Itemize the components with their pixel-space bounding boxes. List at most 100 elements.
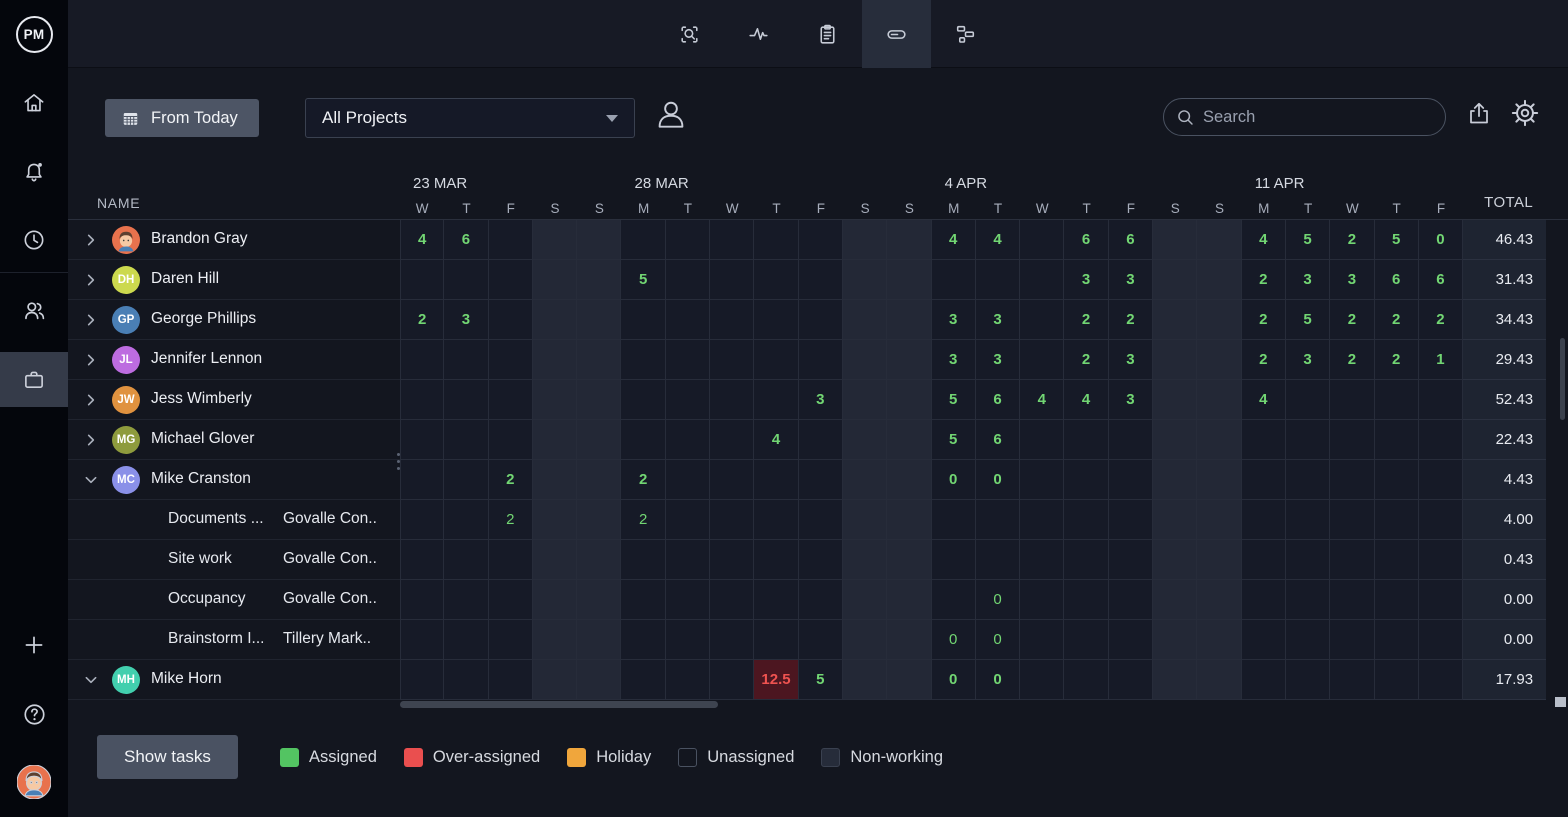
allocation-cell[interactable] <box>1064 660 1108 700</box>
allocation-cell[interactable] <box>932 500 976 540</box>
allocation-cell[interactable]: 2 <box>1375 340 1419 380</box>
allocation-cell[interactable] <box>400 340 444 380</box>
name-cell[interactable]: MGMichael Glover <box>68 420 400 460</box>
table-row-person[interactable]: MCMike Cranston22004.43 <box>68 460 1568 500</box>
allocation-cell[interactable]: 2 <box>400 300 444 340</box>
allocation-cell[interactable] <box>1419 380 1463 420</box>
allocation-cell[interactable] <box>533 540 577 580</box>
allocation-cell[interactable] <box>932 540 976 580</box>
allocation-cell[interactable]: 6 <box>1375 260 1419 300</box>
allocation-cell[interactable] <box>1375 380 1419 420</box>
allocation-cell[interactable] <box>533 500 577 540</box>
allocation-cell[interactable] <box>799 260 843 300</box>
allocation-cell[interactable]: 6 <box>1419 260 1463 300</box>
allocation-cell[interactable] <box>489 260 533 300</box>
allocation-cell[interactable] <box>843 420 887 460</box>
table-row-person[interactable]: JLJennifer Lennon33232322129.43 <box>68 340 1568 380</box>
allocation-cell[interactable] <box>533 300 577 340</box>
allocation-cell[interactable] <box>577 580 621 620</box>
allocation-cell[interactable] <box>621 540 665 580</box>
allocation-cell[interactable]: 3 <box>1109 260 1153 300</box>
allocation-cell[interactable] <box>489 660 533 700</box>
allocation-cell[interactable]: 4 <box>754 420 798 460</box>
allocation-cell[interactable] <box>666 500 710 540</box>
allocation-cell[interactable] <box>1109 660 1153 700</box>
table-row-task[interactable]: Documents ...Govalle Con..224.00 <box>68 500 1568 540</box>
allocation-cell[interactable] <box>1153 380 1197 420</box>
allocation-cell[interactable] <box>1286 460 1330 500</box>
allocation-cell[interactable] <box>444 580 488 620</box>
allocation-cell[interactable] <box>489 420 533 460</box>
allocation-cell[interactable] <box>1419 580 1463 620</box>
allocation-cell[interactable] <box>533 260 577 300</box>
tab-activity[interactable] <box>724 0 793 68</box>
allocation-cell[interactable]: 0 <box>932 620 976 660</box>
allocation-cell[interactable]: 5 <box>932 380 976 420</box>
allocation-cell[interactable]: 2 <box>489 460 533 500</box>
allocation-cell[interactable] <box>799 540 843 580</box>
allocation-cell[interactable] <box>1242 460 1286 500</box>
allocation-cell[interactable] <box>887 460 931 500</box>
allocation-cell[interactable] <box>1242 540 1286 580</box>
allocation-cell[interactable] <box>1419 460 1463 500</box>
allocation-cell[interactable]: 3 <box>1330 260 1374 300</box>
allocation-cell[interactable] <box>577 300 621 340</box>
allocation-cell[interactable] <box>621 620 665 660</box>
allocation-cell[interactable] <box>621 300 665 340</box>
allocation-cell[interactable] <box>799 420 843 460</box>
allocation-cell[interactable] <box>400 620 444 660</box>
allocation-cell[interactable] <box>1330 620 1374 660</box>
allocation-cell[interactable]: 6 <box>1064 220 1108 260</box>
allocation-cell[interactable] <box>932 580 976 620</box>
allocation-cell[interactable] <box>489 580 533 620</box>
allocation-cell[interactable]: 4 <box>1064 380 1108 420</box>
allocation-cell[interactable] <box>754 460 798 500</box>
sidebar-user-avatar[interactable] <box>0 755 68 809</box>
table-row-person[interactable]: GPGeorge Phillips2333222522234.43 <box>68 300 1568 340</box>
tab-workload[interactable] <box>862 0 931 68</box>
allocation-cell[interactable]: 2 <box>1330 300 1374 340</box>
allocation-cell[interactable] <box>1375 500 1419 540</box>
allocation-cell[interactable] <box>887 540 931 580</box>
search-input[interactable] <box>1203 108 1433 127</box>
allocation-cell[interactable]: 0 <box>932 660 976 700</box>
allocation-cell[interactable] <box>666 380 710 420</box>
allocation-cell[interactable] <box>754 260 798 300</box>
allocation-cell[interactable] <box>577 220 621 260</box>
expand-toggle[interactable] <box>83 352 99 373</box>
allocation-cell[interactable] <box>1064 500 1108 540</box>
allocation-cell[interactable] <box>1153 620 1197 660</box>
allocation-cell[interactable] <box>489 540 533 580</box>
allocation-cell[interactable] <box>1020 660 1064 700</box>
name-cell[interactable]: MCMike Cranston <box>68 460 400 500</box>
allocation-cell[interactable]: 2 <box>1419 300 1463 340</box>
allocation-cell[interactable] <box>1197 540 1241 580</box>
allocation-cell[interactable] <box>1419 540 1463 580</box>
allocation-cell[interactable] <box>1330 540 1374 580</box>
allocation-cell[interactable] <box>666 420 710 460</box>
allocation-cell[interactable] <box>710 380 754 420</box>
allocation-cell[interactable]: 4 <box>1020 380 1064 420</box>
allocation-cell[interactable] <box>1109 540 1153 580</box>
allocation-cell[interactable] <box>400 460 444 500</box>
allocation-cell[interactable] <box>932 260 976 300</box>
allocation-cell[interactable]: 2 <box>1375 300 1419 340</box>
allocation-cell[interactable] <box>1197 340 1241 380</box>
allocation-cell[interactable] <box>1375 620 1419 660</box>
allocation-cell[interactable] <box>754 220 798 260</box>
allocation-cell[interactable] <box>1153 540 1197 580</box>
allocation-cell[interactable] <box>666 660 710 700</box>
allocation-cell[interactable] <box>1286 500 1330 540</box>
sidebar-item-time[interactable] <box>0 213 68 267</box>
allocation-cell[interactable] <box>1242 660 1286 700</box>
allocation-cell[interactable] <box>444 340 488 380</box>
allocation-cell[interactable] <box>400 420 444 460</box>
allocation-cell[interactable] <box>1020 220 1064 260</box>
allocation-cell[interactable] <box>489 380 533 420</box>
allocation-cell[interactable]: 0 <box>932 460 976 500</box>
allocation-cell[interactable] <box>1020 580 1064 620</box>
allocation-cell[interactable] <box>1375 420 1419 460</box>
assignee-filter-button[interactable] <box>652 95 690 138</box>
name-cell[interactable]: DHDaren Hill <box>68 260 400 300</box>
allocation-cell[interactable] <box>710 300 754 340</box>
